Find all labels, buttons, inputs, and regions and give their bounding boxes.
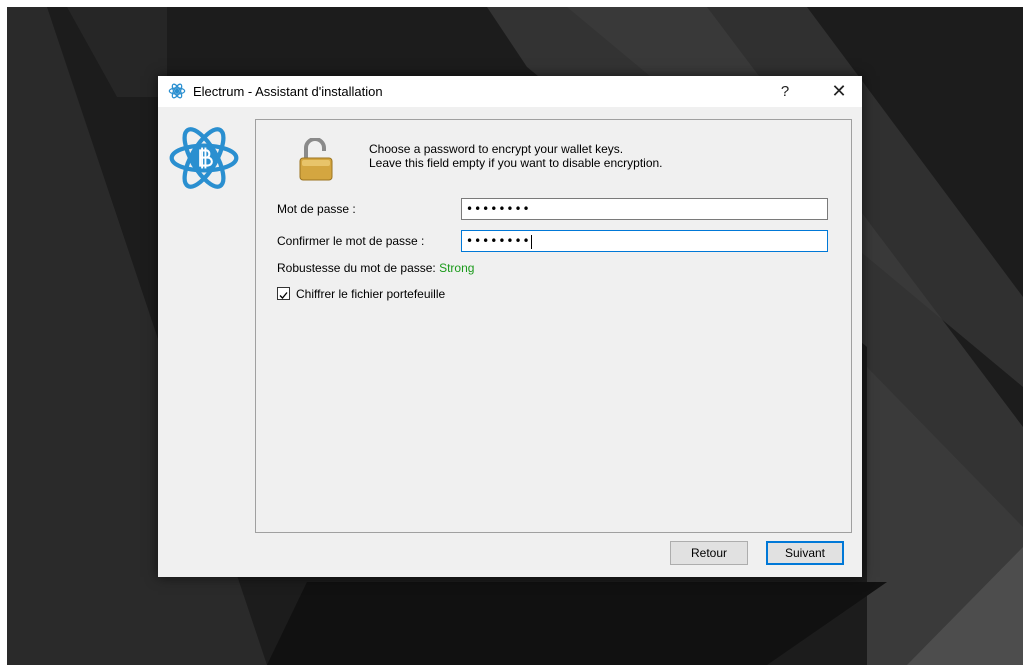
checkmark-icon [279,292,288,299]
close-button[interactable]: ✕ [816,76,862,107]
strength-label: Robustesse du mot de passe: [277,261,440,275]
confirm-password-label: Confirmer le mot de passe : [277,234,425,248]
intro-line-2: Leave this field empty if you want to di… [369,156,663,170]
text-cursor [530,234,532,249]
window-title: Electrum - Assistant d'installation [193,84,383,99]
password-input[interactable]: •••••••• [461,198,828,220]
confirm-password-input[interactable]: •••••••• [461,230,828,252]
intro-line-1: Choose a password to encrypt your wallet… [369,142,624,156]
unlocked-padlock-icon [299,138,333,181]
help-button[interactable]: ? [762,76,808,107]
electrum-app-icon [168,83,186,99]
encrypt-wallet-label: Chiffrer le fichier portefeuille [296,287,446,301]
strength-value: Strong [439,261,475,275]
title-bar[interactable]: Electrum - Assistant d'installation ? ✕ [158,76,862,107]
password-label: Mot de passe : [277,202,356,216]
intro-text: Choose a password to encrypt your wallet… [369,142,663,170]
installation-wizard-window: Electrum - Assistant d'installation ? ✕ … [158,76,862,577]
back-button[interactable]: Retour [670,541,748,565]
encrypt-wallet-checkbox[interactable] [277,287,290,300]
confirm-password-value: •••••••• [466,234,531,248]
password-strength: Robustesse du mot de passe: Strong [277,261,474,275]
wizard-content-panel: Choose a password to encrypt your wallet… [255,119,852,533]
next-button[interactable]: Suivant [766,541,844,565]
electrum-logo-icon [169,127,239,189]
